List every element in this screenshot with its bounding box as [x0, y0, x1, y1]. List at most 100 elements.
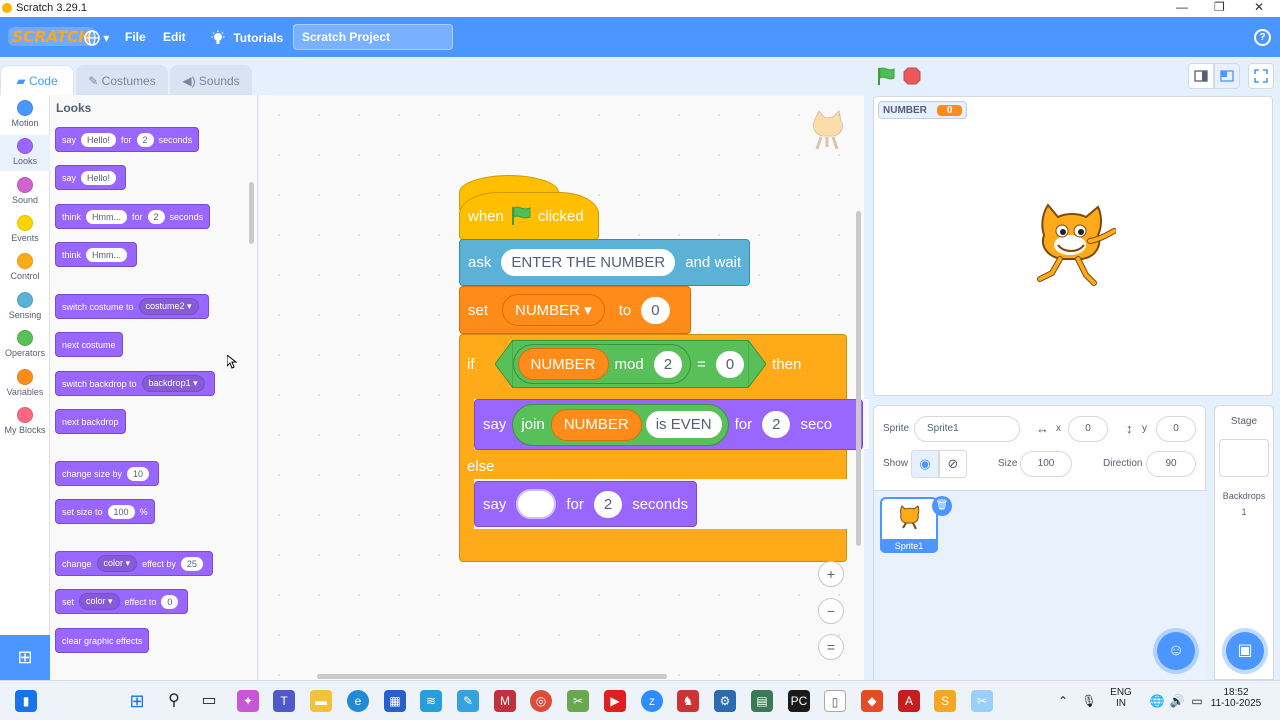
category-variables[interactable]: Variables [0, 369, 50, 397]
category-control[interactable]: Control [0, 253, 50, 281]
sprite-thumbnail[interactable]: Sprite1 🗑 [880, 496, 952, 553]
zoom-in-button[interactable]: + [818, 561, 844, 587]
think-text-input[interactable]: Hmm... [86, 209, 128, 224]
size-input[interactable]: 100 [1020, 451, 1072, 477]
tutorials-menu[interactable]: Tutorials [210, 30, 283, 46]
copilot-icon[interactable]: ✦ [237, 690, 259, 712]
mcafee-icon[interactable]: M [494, 690, 516, 712]
large-stage-button[interactable] [1214, 63, 1240, 89]
pdf-reader-icon[interactable]: A [898, 690, 920, 712]
show-sprite-button[interactable]: ◉ [911, 450, 939, 478]
palette-block-next-costume[interactable]: next costume [55, 332, 123, 357]
file-explorer-icon[interactable]: ▬ [310, 690, 332, 712]
x-position-input[interactable]: 0 [1068, 416, 1108, 442]
blank-document-icon[interactable]: ▯ [824, 690, 846, 712]
palette-block-change-effect[interactable]: change color ▾ effect by 25 [55, 551, 213, 576]
number-variable-reporter[interactable]: NUMBER [550, 408, 642, 441]
variable-monitor[interactable]: NUMBER 0 [878, 101, 968, 119]
scratch-taskbar-icon[interactable]: S [934, 690, 956, 712]
set-value-input[interactable]: 0 [641, 296, 670, 324]
category-sensing[interactable]: Sensing [0, 292, 50, 320]
think-seconds-input[interactable]: 2 [147, 209, 165, 224]
python-idle-icon[interactable]: ✎ [457, 690, 479, 712]
palette-block-switch-backdrop[interactable]: switch backdrop to backdrop1 ▾ [55, 371, 215, 396]
number-variable-reporter[interactable]: NUMBER [517, 348, 609, 380]
code-workspace[interactable]: when clicked ask ENTER THE NUMBER and wa… [259, 95, 869, 680]
start-icon[interactable]: ⊞ [126, 690, 148, 712]
set-variable-block[interactable]: set NUMBER ▾ to 0 [459, 286, 691, 334]
category-my-blocks[interactable]: My Blocks [0, 407, 50, 435]
zoom-app-icon[interactable]: z [641, 690, 663, 712]
palette-block-set-effect[interactable]: set color ▾ effect to 0 [55, 589, 189, 614]
anydesk-icon[interactable]: ◆ [861, 690, 883, 712]
language-indicator[interactable]: ENG IN [1106, 687, 1136, 709]
tool-app-icon[interactable]: ⚙ [714, 690, 736, 712]
mod-divisor-input[interactable]: 2 [653, 350, 683, 378]
help-icon[interactable]: ? [1254, 29, 1271, 46]
workspace-horizontal-scrollbar[interactable] [317, 674, 667, 679]
widgets-icon[interactable]: ▮ [15, 690, 37, 712]
pycharm-icon[interactable]: PC [788, 690, 810, 712]
costume-dropdown[interactable]: costume2 ▾ [138, 298, 199, 315]
mysql-icon[interactable]: ≋ [420, 690, 442, 712]
say-text-input[interactable] [516, 489, 557, 519]
zoom-out-button[interactable]: − [818, 598, 844, 624]
tab-costumes[interactable]: ✎ Costumes [76, 65, 168, 95]
add-extension-button[interactable]: ⊞ [0, 635, 50, 680]
join-operator[interactable]: join NUMBER is EVEN [512, 403, 729, 446]
when-flag-clicked-block[interactable]: when clicked [459, 192, 599, 240]
backdrop-dropdown[interactable]: backdrop1 ▾ [141, 375, 205, 392]
teams-icon[interactable]: T [273, 690, 295, 712]
workspace-vertical-scrollbar[interactable] [856, 211, 861, 546]
category-looks[interactable]: Looks [0, 135, 50, 171]
task-view-icon[interactable]: ▭ [198, 690, 220, 712]
ask-question-input[interactable]: ENTER THE NUMBER [501, 249, 676, 276]
say-seconds-input[interactable]: 2 [593, 490, 623, 518]
microphone-icon[interactable]: 🎙 [1078, 690, 1100, 712]
file-menu[interactable]: File [125, 30, 146, 44]
say-for-secs-block[interactable]: say for 2 seconds [474, 481, 698, 527]
ask-and-wait-block[interactable]: ask ENTER THE NUMBER and wait [459, 239, 751, 286]
edit-menu[interactable]: Edit [163, 30, 186, 44]
direction-input[interactable]: 90 [1146, 451, 1196, 477]
palette-block-change-size[interactable]: change size by 10 [55, 461, 160, 486]
think-text-input[interactable]: Hmm... [86, 247, 128, 262]
battery-icon[interactable]: ▭ [1186, 690, 1208, 712]
choose-sprite-button[interactable]: ☺ [1157, 632, 1195, 670]
category-sound[interactable]: Sound [0, 177, 50, 205]
palette-block-switch-costume[interactable]: switch costume to costume2 ▾ [55, 294, 209, 319]
tab-sounds[interactable]: ◀) Sounds [170, 65, 252, 95]
variable-dropdown[interactable]: NUMBER ▾ [502, 294, 605, 326]
chrome-icon[interactable]: ◎ [530, 690, 552, 712]
change-size-input[interactable]: 10 [127, 466, 150, 481]
palette-block-next-backdrop[interactable]: next backdrop [55, 409, 126, 434]
say-seconds-input[interactable]: 2 [762, 411, 791, 438]
palette-block-clear-effects[interactable]: clear graphic effects [55, 628, 150, 653]
snipping-tool-icon[interactable]: ✂ [971, 690, 993, 712]
network-app-icon[interactable]: ▤ [751, 690, 773, 712]
snipping-icon[interactable]: ✂ [567, 690, 589, 712]
palette-block-say-for[interactable]: say Hello! for 2 seconds [55, 127, 200, 152]
set-size-input[interactable]: 100 [107, 504, 135, 519]
mod-operator[interactable]: NUMBER mod 2 [512, 344, 692, 384]
scratch-logo[interactable]: SCRATCH [8, 27, 95, 46]
join-text-input[interactable]: is EVEN [645, 411, 722, 438]
equals-operator[interactable]: NUMBER mod 2 = 0 [512, 340, 749, 388]
project-title-input[interactable]: Scratch Project [293, 24, 453, 50]
green-flag-icon[interactable] [876, 67, 896, 85]
maximize-button[interactable]: ❐ [1214, 0, 1225, 14]
category-events[interactable]: Events [0, 215, 50, 243]
backdrop-thumbnail[interactable] [1219, 439, 1269, 477]
sprite-name-input[interactable]: Sprite1 [914, 416, 1020, 442]
zoom-reset-button[interactable]: = [818, 634, 844, 660]
equals-rhs-input[interactable]: 0 [715, 350, 745, 378]
palette-block-think[interactable]: think Hmm... [55, 242, 138, 267]
y-position-input[interactable]: 0 [1156, 416, 1196, 442]
effect-amount-input[interactable]: 25 [180, 556, 203, 571]
clock[interactable]: 18:52 11-10-2025 [1206, 687, 1266, 709]
hide-sprite-button[interactable]: ⊘ [939, 450, 967, 478]
palette-block-think-for[interactable]: think Hmm... for 2 seconds [55, 204, 211, 229]
youtube-icon[interactable]: ▶ [604, 690, 626, 712]
say-for-secs-block[interactable]: say join NUMBER is EVEN for 2 seco [474, 399, 863, 450]
say-seconds-input[interactable]: 2 [136, 132, 154, 147]
